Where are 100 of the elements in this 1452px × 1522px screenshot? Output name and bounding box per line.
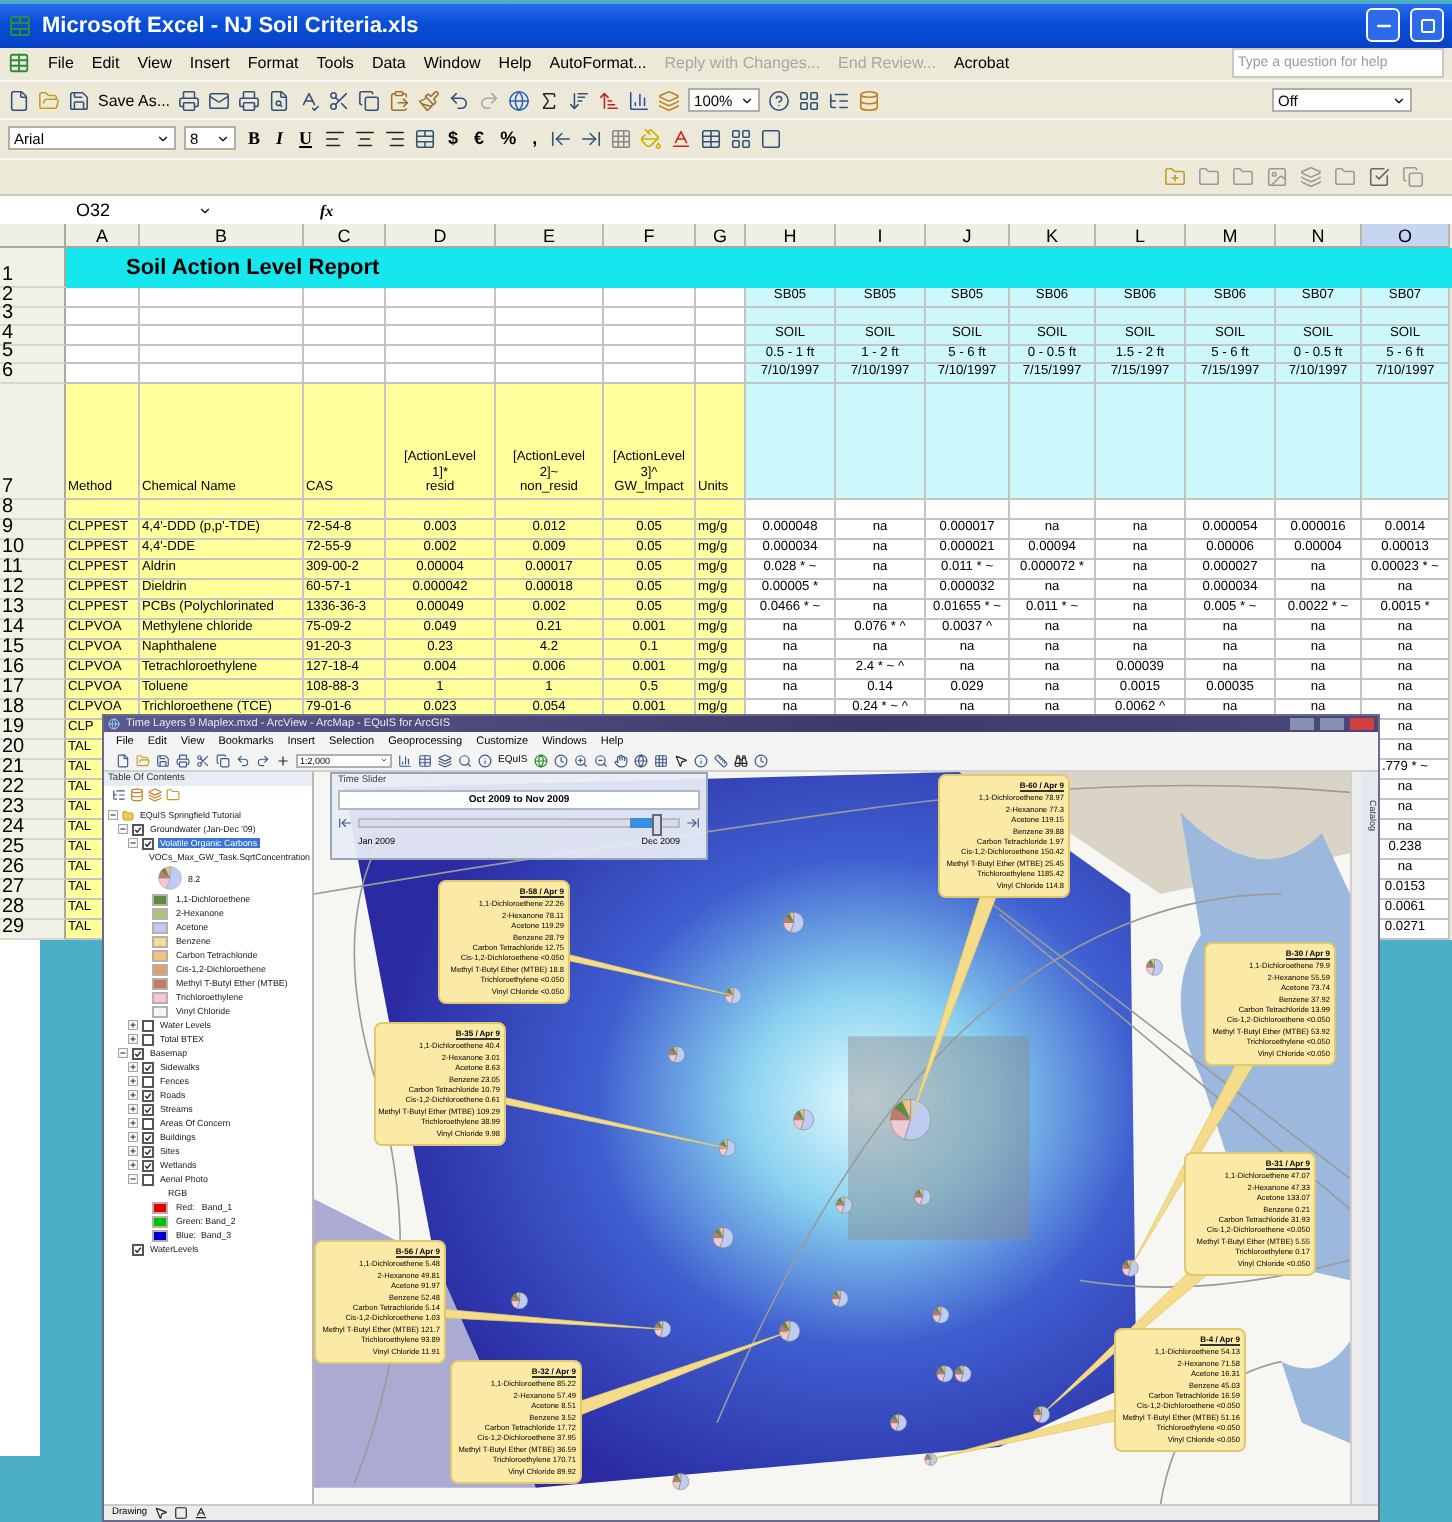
database-icon[interactable]: [858, 89, 881, 112]
format-button[interactable]: B: [244, 128, 265, 149]
menu-item[interactable]: Format: [247, 54, 299, 73]
binoculars-icon[interactable]: [733, 753, 748, 767]
printer-icon[interactable]: [238, 89, 261, 112]
number-format-button[interactable]: ,: [528, 128, 542, 149]
skip-back-icon[interactable]: [338, 816, 352, 830]
menu-item[interactable]: Help: [498, 54, 532, 73]
grid-icon[interactable]: [729, 127, 752, 150]
column-header[interactable]: C: [304, 224, 386, 249]
info-icon[interactable]: [478, 753, 492, 767]
pointer-icon[interactable]: [153, 1506, 168, 1520]
column-header[interactable]: I: [836, 224, 926, 249]
ruler-icon[interactable]: [713, 753, 728, 767]
menu-item[interactable]: Insert: [189, 54, 230, 73]
column-header[interactable]: L: [1096, 224, 1186, 249]
layer-checkbox[interactable]: [132, 1047, 144, 1059]
layer-checkbox[interactable]: [142, 1075, 154, 1087]
zoom-out-icon[interactable]: [593, 753, 608, 767]
undo-icon[interactable]: [236, 753, 250, 767]
layer-checkbox[interactable]: [142, 1173, 154, 1185]
number-format-button[interactable]: %: [496, 128, 521, 149]
pie-marker[interactable]: [890, 1414, 907, 1432]
info-icon[interactable]: [693, 753, 708, 767]
zoom-in-icon[interactable]: [573, 753, 588, 767]
new-file-icon[interactable]: [8, 89, 30, 112]
pan-icon[interactable]: [613, 753, 628, 767]
table-icon[interactable]: [699, 127, 722, 150]
format-button[interactable]: U: [295, 128, 317, 149]
expand-icon[interactable]: [128, 1090, 138, 1100]
column-header[interactable]: E: [496, 224, 604, 249]
sort-descending-icon[interactable]: [598, 89, 621, 112]
chart-icon[interactable]: [398, 753, 412, 767]
pie-marker[interactable]: [672, 1473, 690, 1491]
layer-checkbox[interactable]: [142, 1117, 154, 1129]
pie-marker[interactable]: [954, 1365, 972, 1383]
fill-color-icon[interactable]: [639, 127, 662, 150]
menu-item[interactable]: File: [48, 54, 74, 73]
pie-marker[interactable]: [1146, 958, 1163, 976]
maximize-button[interactable]: [1410, 8, 1444, 43]
column-header[interactable]: J: [926, 224, 1010, 249]
menu-item[interactable]: AutoFormat...: [549, 54, 647, 73]
align-right-icon[interactable]: [384, 127, 407, 150]
menu-item[interactable]: Edit: [91, 54, 120, 73]
expand-icon[interactable]: [128, 1118, 138, 1128]
table-icon[interactable]: [418, 753, 432, 767]
column-header[interactable]: K: [1010, 224, 1096, 249]
rectangle-icon[interactable]: [173, 1506, 188, 1520]
checkbox-icon[interactable]: [1368, 165, 1390, 188]
clock-icon[interactable]: [553, 753, 568, 767]
pie-marker[interactable]: [511, 1292, 528, 1310]
help-icon[interactable]: [768, 89, 791, 112]
undo-icon[interactable]: [448, 89, 471, 112]
grid-icon[interactable]: [653, 753, 668, 767]
name-box[interactable]: O32: [0, 200, 220, 221]
sort-ascending-icon[interactable]: [568, 89, 591, 112]
merge-cells-icon[interactable]: [414, 127, 437, 150]
slider-thumb[interactable]: [652, 814, 663, 836]
expand-icon[interactable]: [128, 1104, 138, 1114]
time-slider-icon[interactable]: [753, 753, 768, 767]
column-header[interactable]: O: [1362, 224, 1450, 249]
borders-icon[interactable]: [609, 127, 632, 150]
spellcheck-icon[interactable]: [298, 89, 321, 112]
text-icon[interactable]: [193, 1506, 208, 1520]
expand-icon[interactable]: [128, 1076, 138, 1086]
column-header[interactable]: F: [604, 224, 696, 249]
expand-icon[interactable]: [128, 1146, 138, 1156]
collapse-icon[interactable]: [118, 824, 128, 834]
print-preview-icon[interactable]: [268, 89, 291, 112]
mail-icon[interactable]: [208, 89, 231, 112]
pie-marker[interactable]: [783, 912, 805, 933]
chart-icon[interactable]: [628, 89, 651, 112]
copy-icon[interactable]: [358, 89, 381, 112]
pie-marker[interactable]: [779, 1320, 801, 1342]
layer-checkbox[interactable]: [142, 1103, 154, 1115]
pointer-icon[interactable]: [673, 753, 688, 767]
decrease-indent-icon[interactable]: [549, 127, 572, 150]
pie-marker[interactable]: [1121, 1259, 1139, 1277]
skip-forward-icon[interactable]: [686, 816, 700, 830]
copy-icon[interactable]: [216, 753, 230, 767]
number-format-button[interactable]: €: [470, 128, 489, 149]
menu-item[interactable]: Window: [423, 54, 481, 73]
collapse-icon[interactable]: [118, 1048, 128, 1058]
layer-checkbox[interactable]: [142, 837, 154, 849]
globe-icon[interactable]: [508, 89, 531, 112]
frame-icon[interactable]: [759, 127, 782, 150]
database-icon[interactable]: [130, 788, 144, 802]
column-header[interactable]: N: [1276, 224, 1362, 249]
format-button[interactable]: I: [272, 128, 288, 149]
increase-indent-icon[interactable]: [579, 127, 602, 150]
paste-icon[interactable]: [388, 89, 411, 112]
number-format-button[interactable]: $: [444, 128, 463, 149]
layers-icon[interactable]: [438, 753, 452, 767]
cut-icon[interactable]: [328, 89, 351, 112]
pie-marker[interactable]: [890, 1099, 932, 1141]
column-header[interactable]: D: [386, 224, 496, 249]
pie-marker[interactable]: [654, 1320, 672, 1338]
pie-marker[interactable]: [668, 1046, 686, 1064]
layer-checkbox[interactable]: [132, 823, 144, 835]
save-icon[interactable]: [156, 753, 170, 767]
